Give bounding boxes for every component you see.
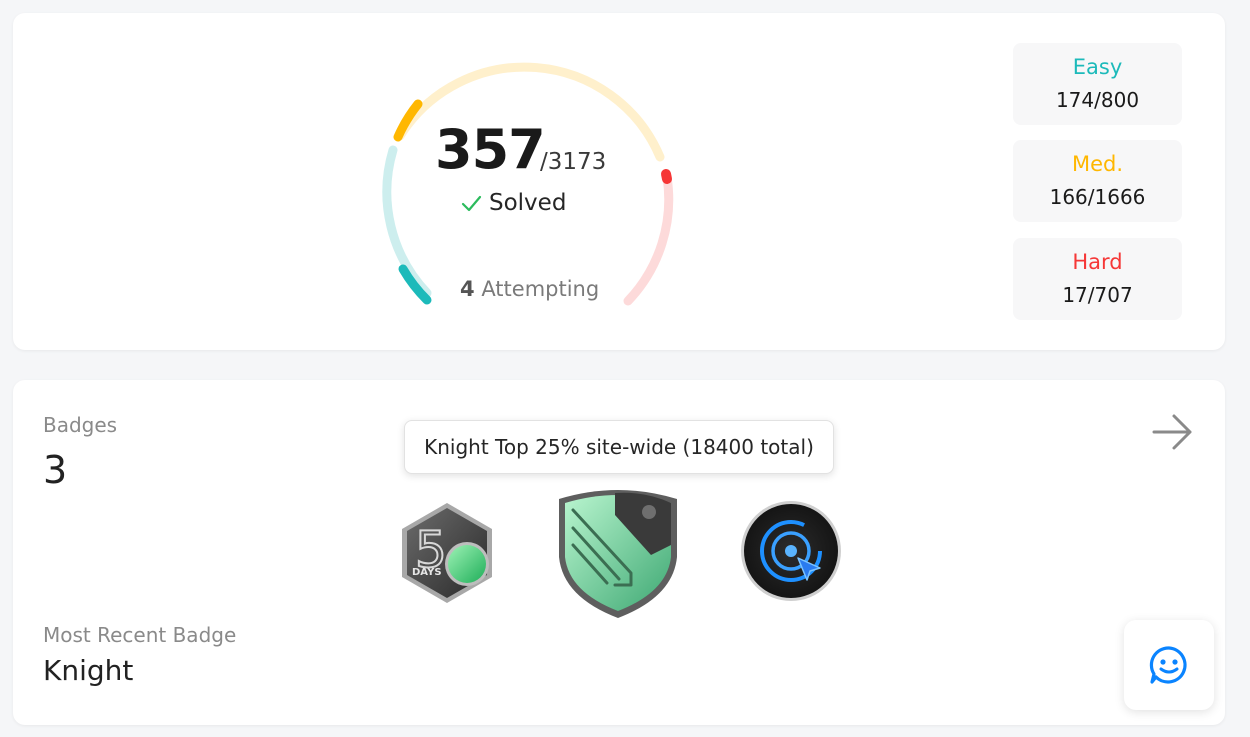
recent-badge-name: Knight <box>43 654 134 687</box>
difficulty-easy[interactable]: Easy 174/800 <box>1013 43 1182 125</box>
smiley-chat-icon <box>1149 646 1187 684</box>
difficulty-medium-label: Med. <box>1071 152 1124 176</box>
attempting-count: 4 <box>460 277 475 301</box>
solved-count: 357 <box>435 118 546 181</box>
recent-badge-label: Most Recent Badge <box>43 623 237 647</box>
knight-badge-icon[interactable] <box>555 485 681 620</box>
check-icon <box>461 195 482 212</box>
difficulty-easy-value: 174/800 <box>1055 88 1140 112</box>
ring-arc-hard <box>661 169 672 184</box>
arrow-right-icon[interactable] <box>1150 412 1196 452</box>
badge-days-text: DAYS <box>412 567 442 578</box>
badges-count: 3 <box>43 448 68 492</box>
difficulty-hard-value: 17/707 <box>1062 283 1133 307</box>
ring-track-hard <box>623 172 674 306</box>
chat-button[interactable] <box>1124 620 1214 710</box>
badge-tooltip: Knight Top 25% site-wide (18400 total) <box>404 420 834 474</box>
total-count: /3173 <box>540 149 607 175</box>
difficulty-hard-label: Hard <box>1072 250 1123 274</box>
badge-50-days-icon[interactable]: 5 DAYS <box>398 500 496 606</box>
badges-title: Badges <box>43 413 118 437</box>
solved-label: Solved <box>489 190 567 216</box>
difficulty-easy-label: Easy <box>1072 55 1123 79</box>
attempting-label: Attempting <box>481 277 600 301</box>
difficulty-medium[interactable]: Med. 166/1666 <box>1013 140 1182 222</box>
attempting-row: 4 Attempting <box>460 277 599 301</box>
target-badge-icon[interactable] <box>740 500 842 602</box>
difficulty-hard[interactable]: Hard 17/707 <box>1013 238 1182 320</box>
solved-label-row: Solved <box>460 188 566 218</box>
difficulty-medium-value: 166/1666 <box>1049 185 1146 209</box>
